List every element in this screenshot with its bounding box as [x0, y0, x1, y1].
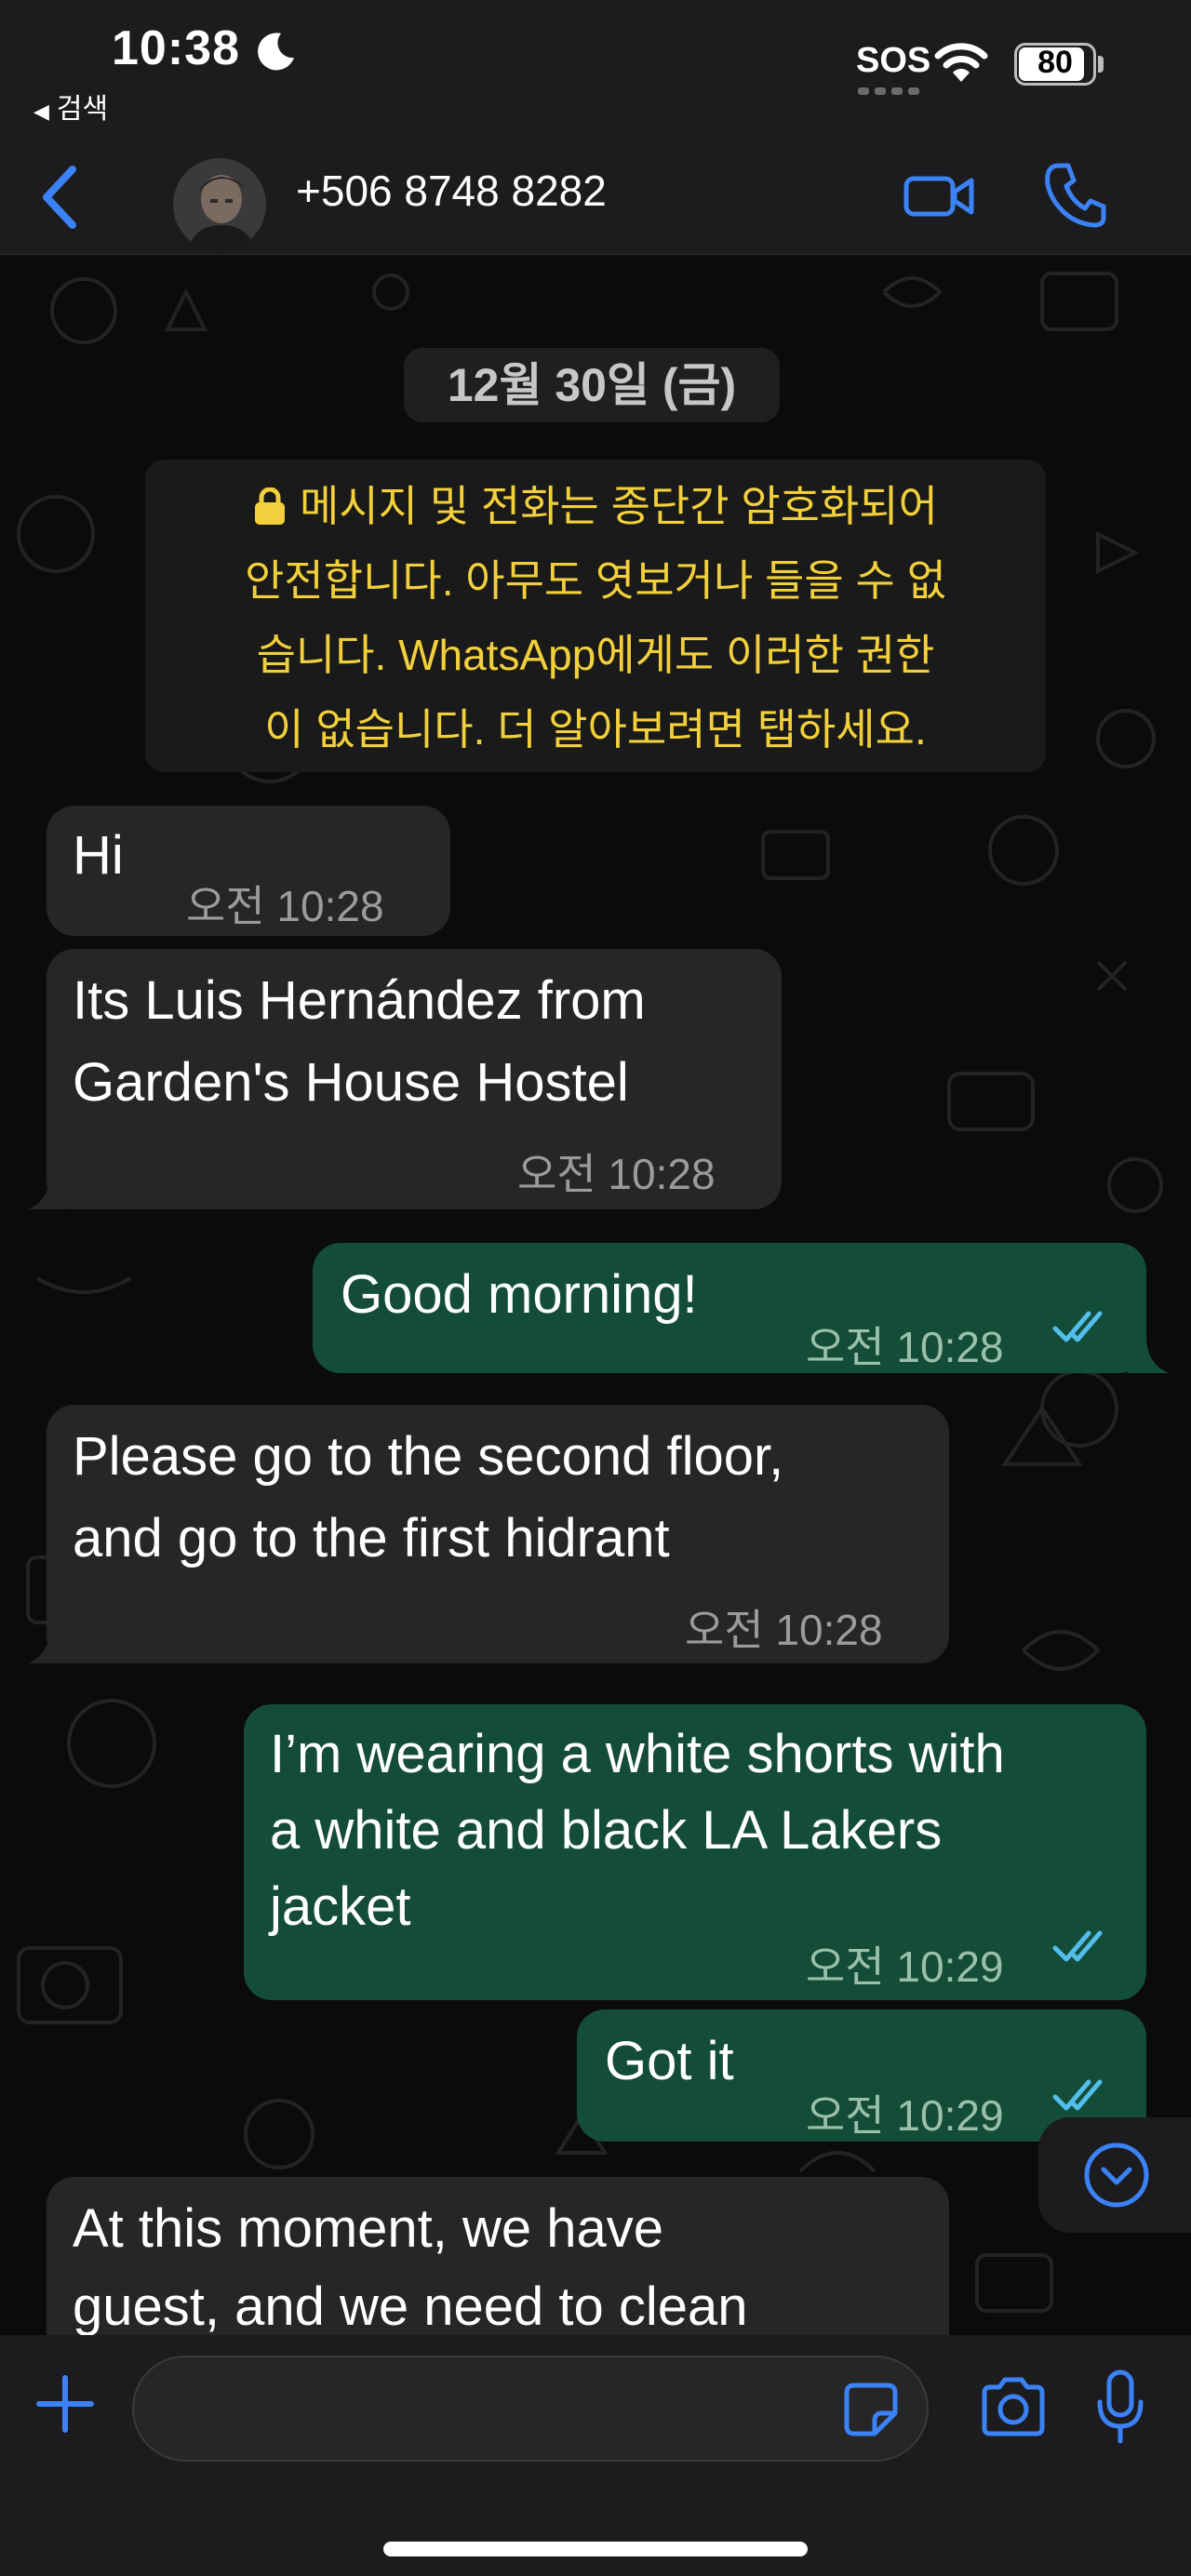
- message-text: Its Luis Hernández from: [73, 970, 646, 1031]
- message-bubble-outgoing[interactable]: Good morning! 오전 10:28: [313, 1243, 1146, 1373]
- encryption-notice-line-1: 메시지 및 전화는 종단간 암호화되어: [300, 482, 938, 530]
- camera-icon[interactable]: [979, 2376, 1048, 2437]
- message-bubble-outgoing[interactable]: I’m wearing a white shorts with a white …: [244, 1704, 1146, 2000]
- read-receipt-icon: [1052, 1311, 1103, 1342]
- message-time: 오전 10:28: [186, 882, 384, 930]
- sticker-icon[interactable]: [841, 2380, 901, 2439]
- back-button[interactable]: [28, 153, 93, 242]
- encryption-notice[interactable]: 메시지 및 전화는 종단간 암호화되어 안전합니다. 아무도 엿보거나 들을 수…: [145, 460, 1046, 772]
- status-bar: 10:38 ◀ 검색 SOS 80: [0, 0, 1191, 140]
- chevron-down-circle-icon: [1084, 2142, 1149, 2208]
- plus-icon[interactable]: [33, 2372, 97, 2436]
- encryption-notice-line: 메시지 및 전화는 종단간 암호화되어: [145, 469, 1046, 543]
- small-back-triangle-icon: ◀: [33, 100, 49, 123]
- back-to-search-label: 검색: [56, 94, 109, 125]
- home-indicator[interactable]: [383, 2542, 808, 2556]
- contact-name[interactable]: +506 8748 8282: [296, 166, 607, 216]
- encryption-notice-line-3: 습니다. WhatsApp에게도 이러한 권한: [256, 631, 935, 679]
- message-bubble-incoming[interactable]: Its Luis Hernández from Garden's House H…: [47, 949, 782, 1209]
- back-to-search-link[interactable]: ◀ 검색: [33, 86, 108, 127]
- chat-header: +506 8748 8282: [0, 140, 1191, 255]
- message-text: and go to the first hidrant: [73, 1508, 670, 1568]
- avatar-image: [173, 158, 266, 251]
- message-text: Good morning!: [341, 1264, 698, 1325]
- message-time: 오전 10:29: [806, 1942, 1004, 1991]
- message-time: 오전 10:28: [685, 1606, 883, 1654]
- encryption-notice-line-4: 이 없습니다. 더 알아보려면 탭하세요.: [264, 705, 927, 754]
- wifi-icon: [934, 43, 988, 82]
- message-time: 오전 10:29: [806, 2091, 1004, 2140]
- message-text: I’m wearing a white shorts with: [270, 1724, 1005, 1784]
- read-receipt-icon: [1052, 2079, 1103, 2111]
- phone-icon[interactable]: [1042, 158, 1107, 231]
- battery-percent: 80: [1037, 45, 1073, 80]
- microphone-icon[interactable]: [1094, 2369, 1146, 2445]
- bubble-tail: [28, 1626, 69, 1663]
- message-input[interactable]: [132, 2356, 929, 2462]
- signal-dots-icon: [858, 87, 919, 95]
- message-text: Hi: [73, 825, 124, 886]
- encryption-notice-line-2: 안전합니다. 아무도 엿보거나 들을 수 없: [245, 556, 946, 605]
- message-text: jacket: [270, 1876, 411, 1937]
- scroll-to-bottom-button[interactable]: [1038, 2117, 1191, 2233]
- message-text: guest, and we need to clean: [73, 2276, 748, 2335]
- input-bar: [0, 2335, 1191, 2576]
- battery-icon: 80: [1014, 43, 1104, 86]
- message-time: 오전 10:28: [806, 1323, 1004, 1371]
- moon-icon: [258, 33, 294, 71]
- read-receipt-icon: [1052, 1930, 1103, 1962]
- message-text: Garden's House Hostel: [73, 1052, 629, 1113]
- video-camera-icon[interactable]: [903, 164, 977, 229]
- chat-area[interactable]: 12월 30일 (금) 메시지 및 전화는 종단간 암호화되어 안전합니다. 아…: [0, 255, 1191, 2335]
- message-bubble-incoming[interactable]: Please go to the second floor, and go to…: [47, 1405, 949, 1663]
- message-time: 오전 10:28: [517, 1150, 716, 1198]
- bubble-tail: [28, 1172, 69, 1209]
- message-text: a white and black LA Lakers: [270, 1800, 943, 1861]
- date-separator: 12월 30일 (금): [404, 348, 780, 422]
- sos-indicator: SOS: [856, 41, 931, 80]
- bubble-tail: [1128, 1336, 1169, 1373]
- message-bubble-incoming[interactable]: At this moment, we have guest, and we ne…: [47, 2177, 949, 2335]
- lock-icon: [253, 473, 287, 525]
- contact-avatar[interactable]: [173, 158, 266, 251]
- message-text: Got it: [605, 2031, 734, 2091]
- message-text: At this moment, we have: [73, 2198, 664, 2259]
- message-bubble-incoming[interactable]: Hi 오전 10:28: [47, 806, 450, 936]
- status-time: 10:38: [112, 21, 240, 75]
- message-text: Please go to the second floor,: [73, 1426, 784, 1487]
